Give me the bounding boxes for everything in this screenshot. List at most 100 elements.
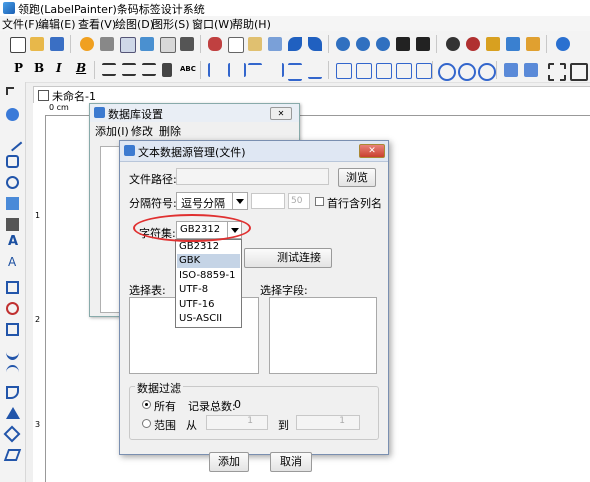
undo-icon[interactable] (288, 37, 302, 51)
frame-icon[interactable] (570, 63, 588, 81)
add-button[interactable]: 添加 (209, 452, 249, 472)
settings-icon[interactable] (80, 37, 94, 51)
align-objects-left-icon[interactable] (208, 63, 224, 77)
align-center-icon[interactable] (122, 63, 136, 76)
test-connection-button[interactable]: 测试连接 (244, 248, 332, 268)
rectangle-tool-icon[interactable] (6, 155, 19, 168)
lock-icon[interactable] (486, 37, 500, 51)
properties-icon[interactable] (526, 37, 540, 51)
eye-icon[interactable] (446, 37, 460, 51)
same-height-icon[interactable] (356, 63, 372, 79)
rotate-270-icon[interactable] (478, 63, 496, 81)
same-width-icon[interactable] (336, 63, 352, 79)
copy-icon[interactable] (228, 37, 244, 53)
menu-draw[interactable]: 绘图(D) (115, 16, 154, 32)
distribute-vertical-icon[interactable] (288, 63, 302, 81)
align-objects-right-icon[interactable] (268, 63, 284, 77)
curve-tool-icon[interactable] (6, 344, 19, 360)
chevron-down-icon[interactable] (232, 193, 247, 209)
bold-button[interactable]: B (34, 61, 44, 75)
polygon-tool-icon[interactable] (6, 386, 19, 399)
text-tool-icon[interactable]: A (8, 234, 18, 249)
center-horizontal-icon[interactable] (396, 63, 412, 79)
cancel-button[interactable]: 取消 (270, 452, 312, 472)
rotate-180-icon[interactable] (458, 63, 476, 81)
stamp-tool-icon[interactable] (6, 302, 19, 315)
open-icon[interactable] (30, 37, 44, 51)
charset-option[interactable]: US-ASCII (177, 312, 240, 326)
range-to-spinner[interactable]: 1 (296, 415, 360, 430)
same-size-icon[interactable] (376, 63, 392, 79)
table-tool-icon[interactable] (6, 323, 19, 336)
ellipse-tool-icon[interactable] (6, 176, 19, 189)
save-icon[interactable] (50, 37, 64, 51)
db-menu-add[interactable]: 添加(I) (95, 123, 129, 139)
new-icon[interactable] (10, 37, 26, 53)
rich-text-tool-icon[interactable] (6, 281, 19, 294)
vertical-text-icon[interactable] (162, 63, 172, 77)
ungroup-icon[interactable] (524, 63, 538, 77)
paste-special-icon[interactable] (268, 37, 282, 51)
charset-option[interactable]: UTF-16 (177, 298, 240, 312)
actual-size-icon[interactable] (416, 37, 430, 51)
separator-custom-input[interactable] (251, 193, 285, 209)
align-objects-bottom-icon[interactable] (308, 63, 322, 79)
rotate-90-icon[interactable] (438, 63, 456, 81)
file-path-input[interactable] (176, 168, 329, 185)
redo-icon[interactable] (308, 37, 322, 51)
database-icon[interactable] (140, 37, 154, 51)
full-page-icon[interactable] (396, 37, 410, 51)
menu-file[interactable]: 文件(F) (2, 16, 39, 32)
barcode-icon[interactable] (180, 37, 194, 51)
menu-edit[interactable]: 编辑(E) (38, 16, 76, 32)
text-style-p-icon[interactable]: P (14, 61, 23, 75)
menu-help[interactable]: 帮助(H) (232, 16, 271, 32)
db-menu-edit[interactable]: 修改 (131, 123, 153, 139)
separator-combo[interactable]: 逗号分隔 (176, 192, 248, 210)
zoom-out-icon[interactable] (356, 37, 370, 51)
arc-tool-icon[interactable] (6, 365, 19, 380)
center-vertical-icon[interactable] (416, 63, 432, 79)
image-tool-icon[interactable] (6, 197, 19, 210)
zoom-fit-icon[interactable] (376, 37, 390, 51)
charset-option[interactable]: UTF-8 (177, 283, 240, 297)
pointer-tool-icon[interactable] (6, 87, 14, 95)
art-text-tool-icon[interactable]: A (8, 255, 16, 269)
pan-tool-icon[interactable] (6, 108, 19, 121)
menu-window[interactable]: 窗口(W) (192, 16, 233, 32)
group-icon[interactable] (504, 63, 518, 77)
align-right-icon[interactable] (142, 63, 156, 76)
charset-option[interactable]: ISO-8859-1 (177, 269, 240, 283)
print-preview-icon[interactable] (120, 37, 136, 53)
print-icon[interactable] (100, 37, 114, 51)
separator-code-input[interactable]: 50 (288, 193, 310, 209)
barcode-tool-icon[interactable] (6, 218, 19, 231)
document-tab[interactable]: 未命名-1 (33, 86, 590, 104)
align-objects-top-icon[interactable] (248, 63, 262, 79)
charset-option[interactable]: GBK (177, 254, 240, 268)
field-list[interactable] (269, 297, 377, 374)
underline-icon[interactable]: B (76, 61, 86, 75)
menu-view[interactable]: 查看(V) (78, 16, 116, 32)
first-row-header-checkbox[interactable] (315, 197, 324, 206)
charset-option[interactable]: GB2312 (177, 240, 240, 254)
unlock-icon[interactable] (506, 37, 520, 51)
cut-icon[interactable] (208, 37, 222, 51)
dialog-close-icon[interactable]: ✕ (359, 144, 385, 158)
browse-button[interactable]: 浏览 (338, 168, 376, 187)
diamond-tool-icon[interactable] (3, 425, 21, 443)
filter-all-radio[interactable] (142, 400, 151, 409)
triangle-tool-icon[interactable] (6, 407, 20, 419)
db-menu-delete[interactable]: 删除 (159, 123, 181, 139)
paste-icon[interactable] (248, 37, 262, 51)
menu-shape[interactable]: 图形(S) (152, 16, 190, 32)
text-case-button[interactable]: ABC (180, 65, 196, 73)
line-tool-icon[interactable] (2, 131, 23, 152)
select-group-icon[interactable] (548, 63, 566, 81)
range-from-spinner[interactable]: 1 (206, 415, 268, 430)
hide-icon[interactable] (466, 37, 480, 51)
align-left-icon[interactable] (102, 63, 116, 76)
parallelogram-tool-icon[interactable] (3, 449, 22, 461)
filter-range-radio[interactable] (142, 419, 151, 428)
italic-button[interactable]: I (56, 61, 62, 75)
